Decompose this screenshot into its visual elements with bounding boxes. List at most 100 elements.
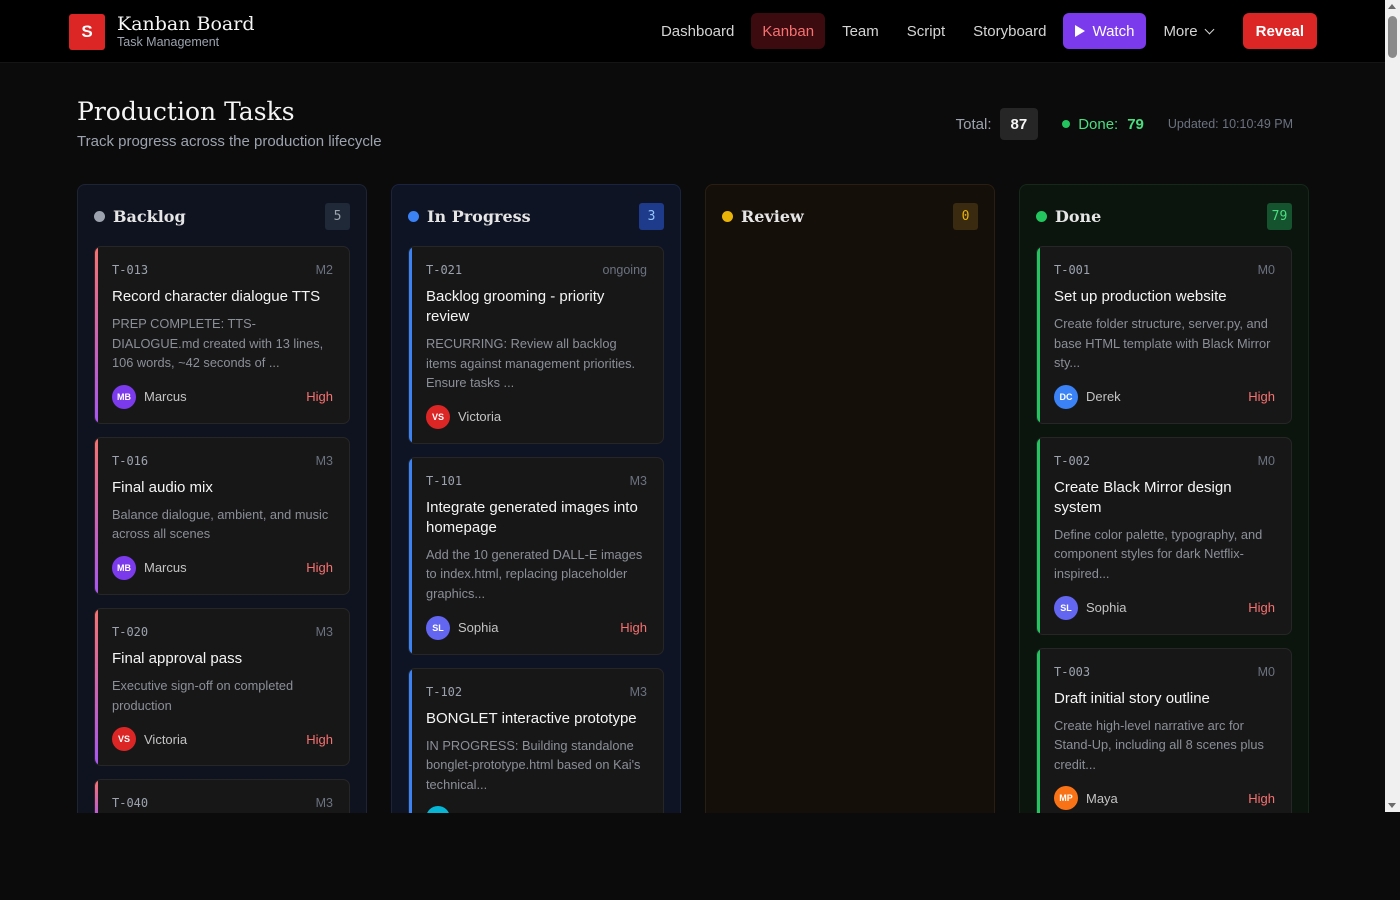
status-dot-icon <box>722 210 733 222</box>
column-review: Review 0 <box>705 184 995 813</box>
assignee-name: Sophia <box>458 620 499 636</box>
assignee-name: Derek <box>1086 389 1121 405</box>
done-stat: Done: 79 <box>1062 116 1144 133</box>
task-milestone: M0 <box>1257 453 1275 468</box>
card-accent-bar <box>1037 437 1040 634</box>
task-milestone: ongoing <box>602 263 648 277</box>
done-dot-icon <box>1062 120 1071 128</box>
card-accent-bar <box>1037 648 1040 813</box>
avatar[interactable]: VS <box>426 404 450 429</box>
task-description: Create high-level narrative arc for Stan… <box>1054 717 1264 772</box>
task-description: Executive sign-off on completed producti… <box>112 677 294 713</box>
task-description: Create folder structure, server.py, and … <box>1054 316 1271 371</box>
status-dot-icon <box>1036 210 1047 222</box>
column-backlog: Backlog 5 T-013 M2 Record character dialogue… <box>77 184 367 813</box>
card-accent-bar <box>409 457 412 654</box>
column-progress: In Progress 3 T-021 ongoing Backlog grooming… <box>391 184 681 813</box>
task-footer: VS Victoria <box>426 404 647 429</box>
avatar[interactable] <box>426 806 450 813</box>
task-card[interactable]: T-021 ongoing Backlog grooming - priority … <box>408 246 664 444</box>
task-title: Draft initial story outline <box>1054 689 1210 707</box>
card-accent-bar <box>409 247 412 443</box>
column-title: Review <box>741 206 804 226</box>
column-count-badge: 0 <box>953 202 978 230</box>
column-header: Backlog 5 <box>94 202 350 230</box>
column-header: Review 0 <box>722 202 978 230</box>
scrollbar-thumb[interactable] <box>1388 16 1397 58</box>
task-description: RECURRING: Review all backlog items agai… <box>426 336 636 391</box>
done-label: Done: <box>1078 115 1119 133</box>
priority-badge: High <box>620 620 647 636</box>
column-count-badge: 5 <box>325 202 350 230</box>
task-title: Final approval pass <box>112 649 243 667</box>
task-footer: SL Sophia High <box>1054 595 1275 620</box>
task-card[interactable]: T-001 M0 Set up production website Create f… <box>1036 246 1292 424</box>
avatar[interactable]: MB <box>112 555 136 580</box>
avatar[interactable]: DC <box>1054 384 1078 409</box>
task-milestone: M3 <box>629 684 647 699</box>
task-footer: DC Derek High <box>1054 384 1275 409</box>
task-footer: VS Victoria High <box>112 727 333 752</box>
card-list: T-021 ongoing Backlog grooming - priority … <box>408 246 664 813</box>
task-id: T-003 <box>1054 664 1091 679</box>
task-card[interactable]: T-102 M3 BONGLET interactive prototype IN P… <box>408 667 664 813</box>
task-title: BONGLET interactive prototype <box>426 709 637 727</box>
avatar[interactable]: SL <box>426 615 450 640</box>
priority-badge: High <box>306 389 333 405</box>
card-accent-bar <box>95 608 98 766</box>
page-content: Production Tasks Track progress across t… <box>0 0 1385 813</box>
card-accent-bar <box>95 437 98 594</box>
priority-badge: High <box>1248 389 1275 405</box>
task-milestone: M3 <box>315 453 333 468</box>
task-card[interactable]: T-101 M3 Integrate generated images into h… <box>408 456 664 655</box>
task-milestone: M0 <box>1257 263 1275 277</box>
task-title: Create Black Mirror design system <box>1054 478 1232 516</box>
assignee-name: Marcus <box>144 389 187 405</box>
avatar[interactable]: VS <box>112 727 136 752</box>
task-card[interactable]: T-020 M3 Final approval pass Executive sign… <box>94 607 350 767</box>
task-footer: SL Sophia High <box>426 615 647 640</box>
task-milestone: M3 <box>315 796 333 811</box>
avatar[interactable]: SL <box>1054 595 1078 620</box>
task-id: T-013 <box>112 263 149 277</box>
task-milestone: M3 <box>629 473 647 488</box>
task-description: Add the 10 generated DALL-E images to in… <box>426 546 643 601</box>
task-card[interactable]: T-016 M3 Final audio mix Balance dialogue, … <box>94 436 350 595</box>
task-description: Balance dialogue, ambient, and music acr… <box>112 506 329 542</box>
assignee-name: Maya <box>1086 790 1118 806</box>
task-milestone: M3 <box>315 624 333 639</box>
priority-badge: High <box>306 731 333 747</box>
column-header: Done 79 <box>1036 202 1292 230</box>
column-title: Done <box>1055 206 1102 226</box>
task-card[interactable]: T-002 M0 Create Black Mirror design system… <box>1036 436 1292 635</box>
avatar[interactable]: MB <box>112 384 136 409</box>
task-id: T-002 <box>1054 453 1091 468</box>
assignee-name: Sophia <box>1086 600 1127 616</box>
task-title: Set up production website <box>1054 288 1227 305</box>
task-title: Backlog grooming - priority review <box>426 288 605 325</box>
task-card[interactable]: T-003 M0 Draft initial story outline Create… <box>1036 647 1292 813</box>
scroll-up-arrow-icon[interactable] <box>1388 4 1396 9</box>
page-subtitle: Track progress across the production lif… <box>77 133 382 150</box>
task-milestone: M0 <box>1257 664 1275 679</box>
task-footer: MB Marcus High <box>112 555 333 580</box>
task-title: Record character dialogue TTS <box>112 288 321 305</box>
column-header: In Progress 3 <box>408 202 664 230</box>
column-count-badge: 79 <box>1267 202 1292 230</box>
assignee-name: Marcus <box>144 560 187 576</box>
assignee-name: Victoria <box>144 731 188 747</box>
total-count: 87 <box>999 108 1039 140</box>
task-card[interactable]: T-040 M3 <box>94 779 350 813</box>
column-title: Backlog <box>113 206 186 226</box>
scroll-down-arrow-icon[interactable] <box>1388 803 1396 808</box>
task-id: T-020 <box>112 624 149 639</box>
priority-badge: High <box>1248 600 1275 616</box>
task-description: PREP COMPLETE: TTS-DIALOGUE.md created w… <box>112 316 324 371</box>
priority-badge: High <box>306 560 333 576</box>
task-id: T-021 <box>426 263 463 277</box>
done-count: 79 <box>1127 115 1144 133</box>
task-card[interactable]: T-013 M2 Record character dialogue TTS PREP… <box>94 246 350 424</box>
task-title: Final audio mix <box>112 478 213 496</box>
avatar[interactable]: MP <box>1054 786 1078 811</box>
scrollbar[interactable] <box>1385 0 1400 812</box>
